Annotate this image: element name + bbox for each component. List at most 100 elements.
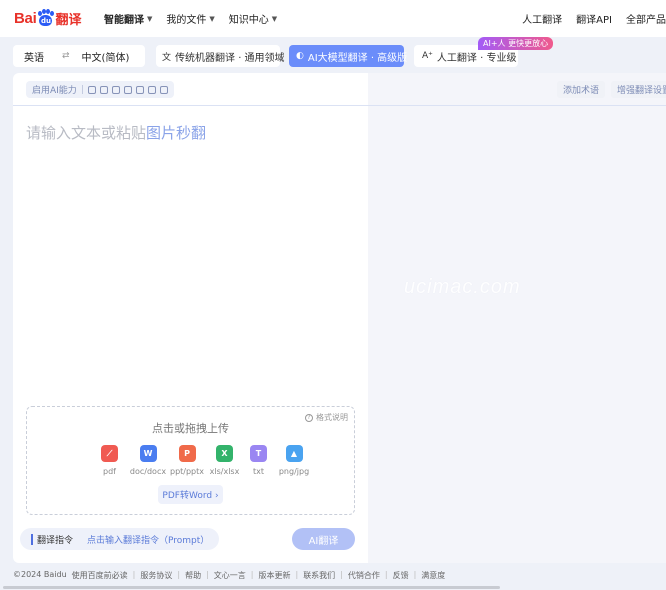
expand-icon[interactable]	[111, 85, 120, 94]
footer-link[interactable]: 反馈	[393, 570, 409, 581]
filetype-label: png/jpg	[278, 467, 310, 476]
copy-icon[interactable]	[123, 85, 132, 94]
main-menu: 智能翻译 ▼ 我的文件 ▼ 知识中心 ▼	[104, 11, 278, 27]
target-panel: 添加术语 增强翻译设置	[368, 73, 666, 563]
nav-item-label: 智能翻译	[104, 15, 144, 26]
footer-link[interactable]: 服务协议	[140, 570, 172, 581]
footer-link[interactable]: 代销合作	[348, 570, 380, 581]
polish-icon[interactable]	[87, 85, 96, 94]
cube-icon[interactable]	[159, 85, 168, 94]
footer-separator: |	[206, 570, 209, 579]
footer-link[interactable]: 版本更新	[258, 570, 290, 581]
check-icon[interactable]	[135, 85, 144, 94]
nav-item-label: 知识中心	[228, 15, 269, 26]
translate-toolbar: 英语 ⇄ 中文(简体) 文 传统机器翻译 · 通用领域 ◐ AI大模型翻译 · …	[0, 37, 666, 73]
logo-bai-text: Bai	[14, 9, 37, 27]
ai-plus-icon: A⁺	[422, 51, 433, 61]
toolbar-divider	[13, 105, 666, 106]
footer-link[interactable]: 满意度	[421, 570, 445, 581]
filetype-label: pdf	[103, 467, 116, 476]
ai-translate-button[interactable]: AI翻译	[292, 528, 355, 550]
filetype-label: ppt/pptx	[169, 467, 204, 476]
pdf-to-word-button[interactable]: PDF转Word ›	[158, 485, 223, 504]
placeholder-text: 请输入文本或粘贴	[26, 124, 147, 142]
horizontal-scrollbar[interactable]	[3, 586, 500, 589]
footer-link[interactable]: 使用百度前必读	[72, 570, 128, 581]
summary-icon[interactable]	[99, 85, 108, 94]
caret-down-icon: ▼	[209, 14, 215, 23]
prompt-input[interactable]: 翻译指令 点击输入翻译指令（Prompt）	[20, 528, 219, 550]
paw-icon: du	[37, 9, 55, 27]
caret-down-icon: ▼	[147, 14, 153, 23]
logo-fanyi-text: 翻译	[55, 12, 82, 28]
mode-label: AI大模型翻译 · 高级版	[307, 52, 408, 64]
footer-link[interactable]: 文心一言	[214, 570, 246, 581]
source-text-input[interactable]: 请输入文本或粘贴图片秒翻	[26, 122, 206, 143]
enhanced-settings-button[interactable]: 增强翻译设置	[611, 81, 666, 98]
footer-separator: |	[295, 570, 299, 579]
mode-label: 传统机器翻译 · 通用领域	[175, 52, 285, 64]
ai-model-icon: ◐	[296, 51, 304, 61]
prompt-accent-bar	[31, 533, 33, 545]
watermark: ucimac.com	[404, 276, 521, 298]
footer-separator: |	[384, 570, 388, 579]
footer-links: ©2024 Baidu 使用百度前必读 | 服务协议 | 帮助 | 文心一言 |…	[13, 570, 445, 581]
filetype-label: txt	[252, 467, 264, 476]
filetype-xls: X xls/xlsx	[206, 445, 243, 476]
swap-languages-icon[interactable]: ⇄	[62, 51, 70, 61]
machine-translate-icon: 文	[162, 52, 172, 63]
footer-separator: |	[340, 570, 343, 579]
translation-workspace: 启用AI能力 | 请输入文本或粘贴图片秒翻 ? 格式说明 点击或拖拽上传 ⟋ p…	[13, 73, 666, 563]
mode-ai-llm-translation[interactable]: ◐ AI大模型翻译 · 高级版	[289, 45, 408, 67]
source-language[interactable]: 英语	[24, 49, 44, 64]
filetype-image: ▲ png/jpg	[274, 445, 314, 476]
pdf-icon: ⟋	[101, 445, 118, 462]
filetype-pdf: ⟋ pdf	[91, 445, 128, 476]
prompt-label: 翻译指令	[37, 535, 74, 546]
human-translate-link[interactable]: 人工翻译	[522, 11, 562, 26]
target-actions: 添加术语 增强翻译设置	[557, 81, 666, 98]
excel-icon: X	[216, 445, 233, 462]
powerpoint-icon: P	[178, 445, 196, 462]
footer-separator: |	[177, 570, 181, 579]
nav-item-smart-translate[interactable]: 智能翻译 ▼	[104, 11, 153, 27]
options-separator: |	[80, 84, 84, 95]
word-icon: W	[139, 445, 157, 462]
footer-separator: |	[250, 570, 254, 579]
footer-separator: |	[413, 570, 417, 579]
nav-item-label: 我的文件	[166, 15, 207, 26]
filetype-label: doc/docx	[129, 467, 167, 476]
filetype-ppt: P ppt/pptx	[168, 445, 206, 476]
mode-classic-machine-translation[interactable]: 文 传统机器翻译 · 通用领域	[156, 45, 285, 67]
top-navbar: Bai du 翻译 智能翻译 ▼ 我的文件 ▼ 知识中心 ▼ 人工翻译 翻译AP…	[0, 0, 666, 37]
copyright: ©2024 Baidu	[13, 570, 67, 579]
translate-api-link[interactable]: 翻译API	[576, 11, 612, 26]
language-selector: 英语 ⇄ 中文(简体)	[13, 45, 145, 67]
text-file-icon: T	[250, 445, 267, 462]
footer-link[interactable]: 联系我们	[303, 570, 335, 581]
logo-du-text: du	[39, 15, 53, 26]
target-language[interactable]: 中文(简体)	[82, 49, 130, 64]
image-translate-link[interactable]: 图片秒翻	[146, 124, 206, 142]
mode-label: 人工翻译 · 专业级	[436, 52, 517, 64]
image-icon: ▲	[285, 445, 303, 462]
upload-title: 点击或拖拽上传	[152, 422, 229, 435]
nav-right-links: 人工翻译 翻译API 全部产品	[522, 11, 666, 26]
footer-separator: |	[132, 570, 136, 579]
baidu-fanyi-logo[interactable]: Bai du 翻译	[14, 6, 81, 30]
filetype-label: xls/xlsx	[209, 467, 240, 476]
search-icon[interactable]	[147, 85, 156, 94]
file-upload-dropzone[interactable]: ? 格式说明 点击或拖拽上传 ⟋ pdf W doc/docx P ppt/pp…	[26, 406, 355, 515]
enable-ai-toggle[interactable]: 启用AI能力	[32, 83, 77, 96]
filetype-doc: W doc/docx	[128, 445, 168, 476]
add-term-button[interactable]: 添加术语	[557, 81, 606, 98]
all-products-link[interactable]: 全部产品	[626, 11, 666, 26]
ai-options-bar: 启用AI能力 |	[26, 81, 174, 98]
prompt-placeholder: 点击输入翻译指令（Prompt）	[87, 535, 210, 546]
caret-down-icon: ▼	[271, 14, 278, 23]
source-panel: 启用AI能力 | 请输入文本或粘贴图片秒翻 ? 格式说明 点击或拖拽上传 ⟋ p…	[13, 73, 368, 563]
nav-item-knowledge-center[interactable]: 知识中心 ▼	[228, 11, 278, 27]
nav-item-my-files[interactable]: 我的文件 ▼	[166, 11, 215, 27]
ai-human-badge: AI+人 更快更放心	[478, 37, 554, 50]
footer-link[interactable]: 帮助	[185, 570, 201, 581]
